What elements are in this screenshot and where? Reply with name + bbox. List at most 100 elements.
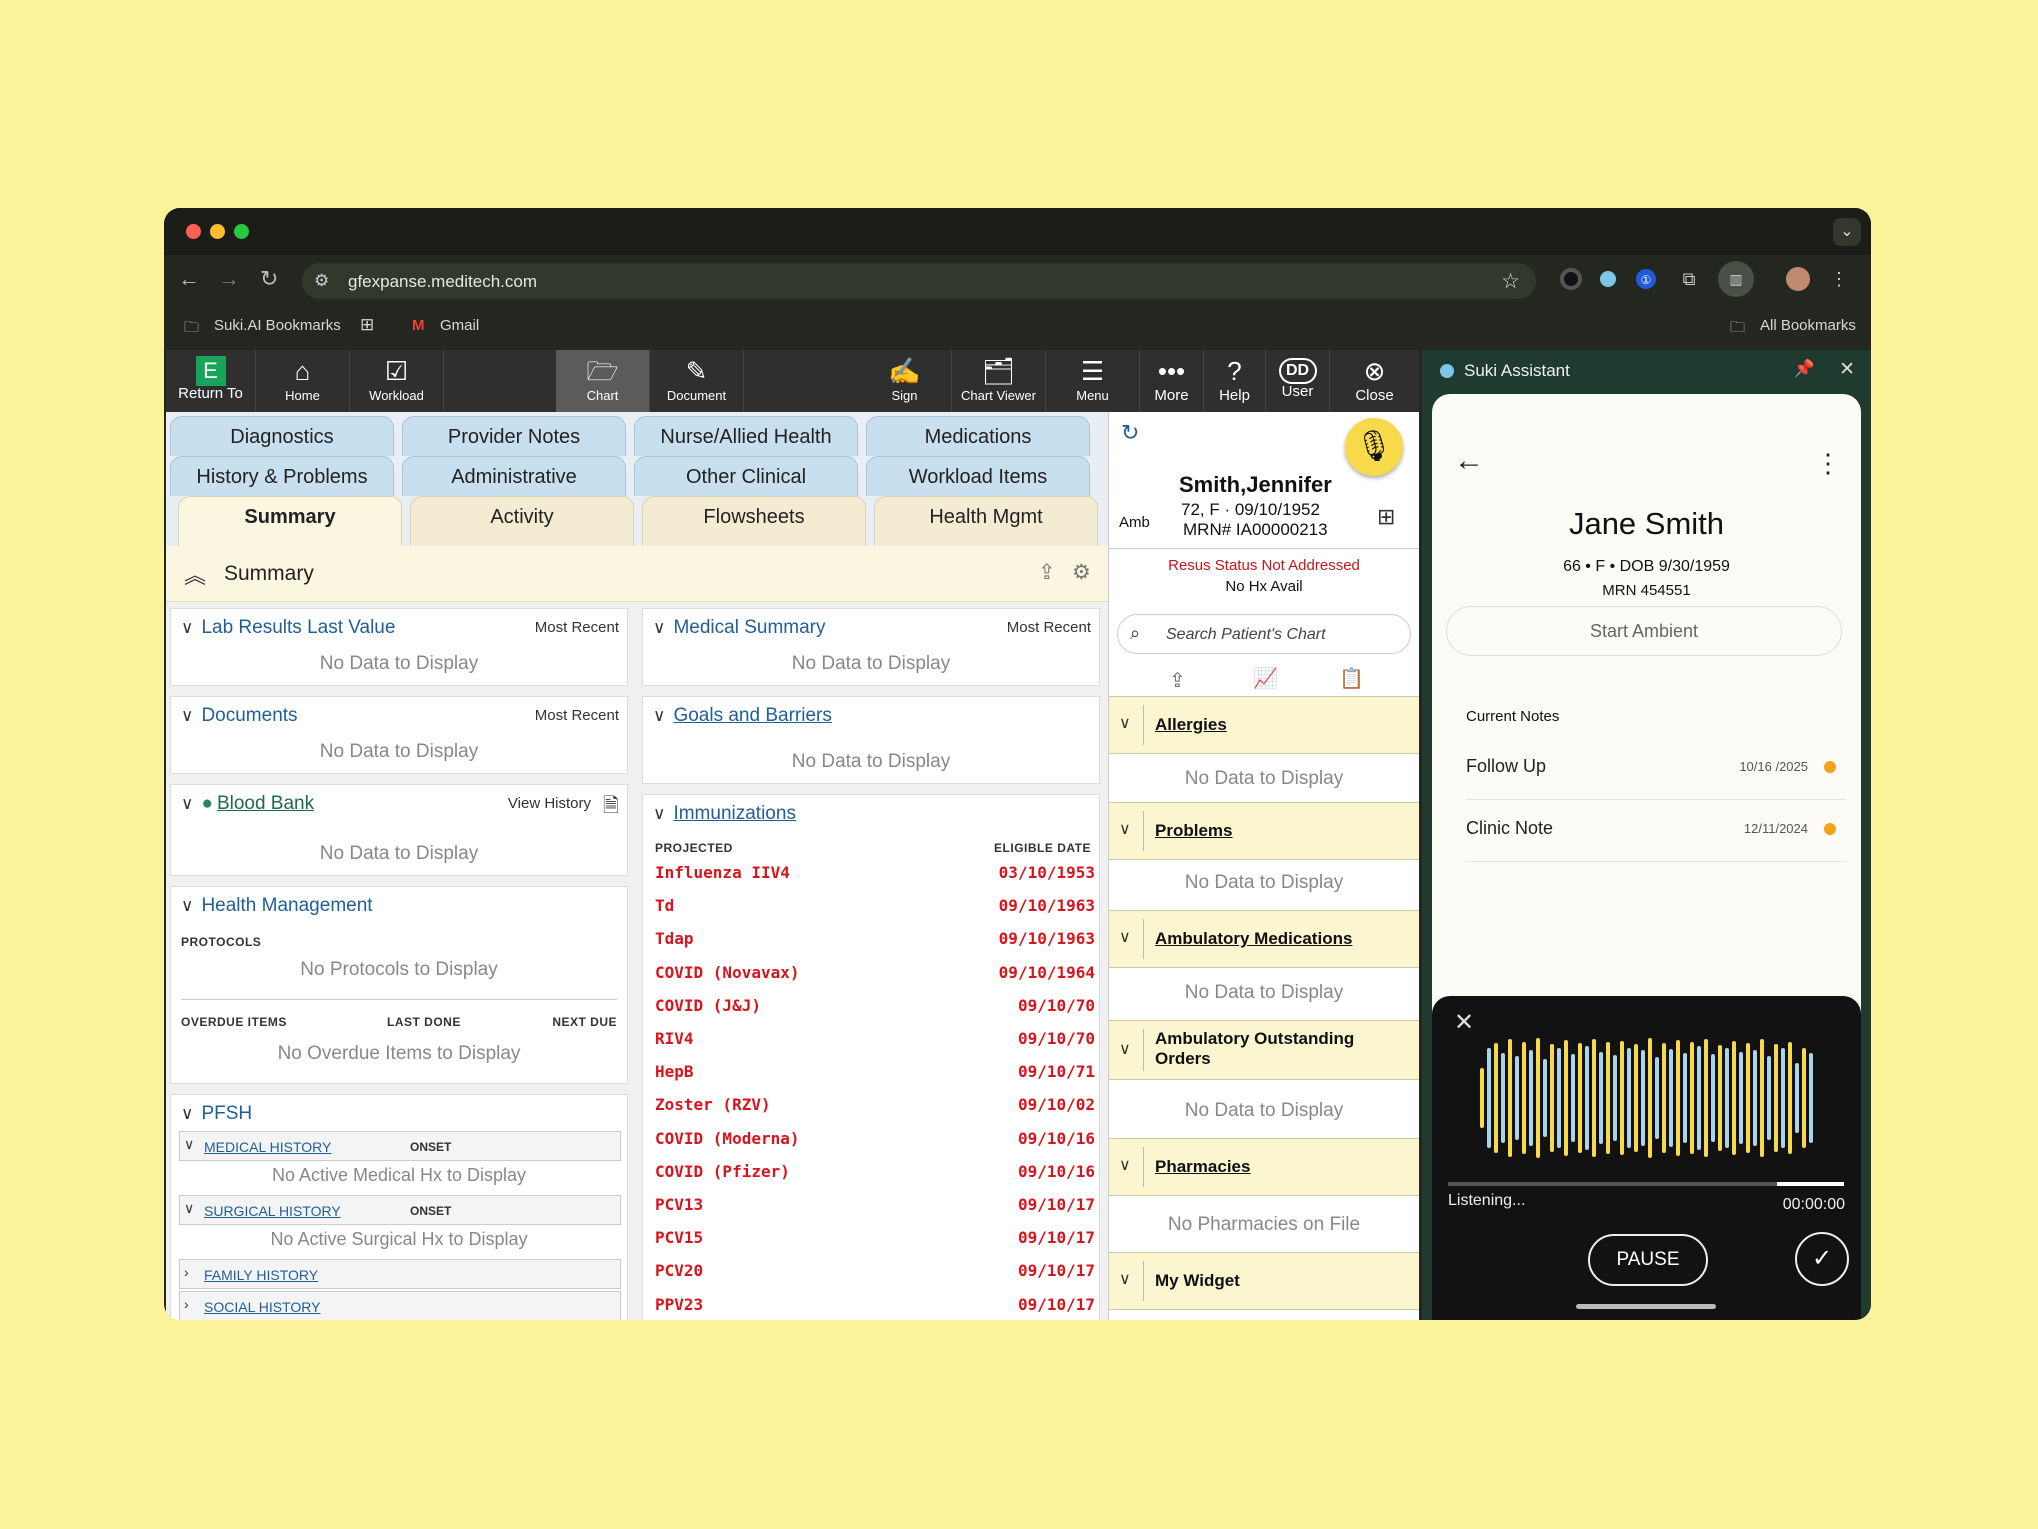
note-item[interactable]: Clinic Note 12/11/2024 <box>1466 802 1846 862</box>
view-history-link[interactable]: View History <box>508 795 591 812</box>
outstanding-orders-section[interactable]: ∨ Ambulatory Outstanding Orders <box>1109 1020 1419 1080</box>
user-button[interactable]: DD User <box>1266 350 1330 412</box>
chart-search-input[interactable]: ⌕ Search Patient's Chart <box>1117 614 1411 654</box>
tab-provider-notes[interactable]: Provider Notes <box>402 416 626 456</box>
tab-activity[interactable]: Activity <box>410 496 634 546</box>
password-extension-icon[interactable]: ① <box>1636 269 1656 289</box>
ambulatory-medications-label[interactable]: Ambulatory Medications <box>1155 929 1352 949</box>
collapse-up-icon[interactable]: ︽ <box>184 558 206 590</box>
allergies-label[interactable]: Allergies <box>1155 715 1227 735</box>
export-icon[interactable]: ⇪ <box>1038 560 1056 585</box>
medical-history-link[interactable]: MEDICAL HISTORY <box>204 1139 331 1155</box>
tab-diagnostics[interactable]: Diagnostics <box>170 416 394 456</box>
tab-administrative[interactable]: Administrative <box>402 456 626 496</box>
immunization-row[interactable]: COVID (Novavax) 09/10/1964 <box>655 963 1095 987</box>
surgical-history-link[interactable]: SURGICAL HISTORY <box>204 1203 341 1219</box>
more-vertical-icon[interactable]: ⋮ <box>1815 448 1841 479</box>
immunization-row[interactable]: COVID (Pfizer) 09/10/16 <box>655 1162 1095 1186</box>
chart-viewer-button[interactable]: 🗂 Chart Viewer <box>952 350 1046 412</box>
back-icon[interactable]: ← <box>178 267 200 291</box>
url-text[interactable]: gfexpanse.meditech.com <box>348 272 537 292</box>
tab-workload-items[interactable]: Workload Items <box>866 456 1090 496</box>
pharmacies-label[interactable]: Pharmacies <box>1155 1157 1250 1177</box>
return-to-button[interactable]: E Return To <box>166 350 256 412</box>
health-management-title[interactable]: ∨ Health Management <box>181 895 373 917</box>
immunization-row[interactable]: Tdap 09/10/1963 <box>655 929 1095 953</box>
document-icon[interactable]: 🗎 <box>603 791 619 825</box>
tab-search-icon[interactable]: ⌄ <box>1833 218 1861 246</box>
check-icon[interactable]: ✓ <box>1795 1232 1849 1286</box>
social-history-link[interactable]: SOCIAL HISTORY <box>204 1299 320 1315</box>
immunization-row[interactable]: PCV13 09/10/17 <box>655 1195 1095 1219</box>
immunization-row[interactable]: HepB 09/10/71 <box>655 1062 1095 1086</box>
tab-flowsheets[interactable]: Flowsheets <box>642 496 866 546</box>
document-button[interactable]: ✎ Document <box>650 350 744 412</box>
lab-results-title[interactable]: ∨ Lab Results Last Value <box>181 617 395 639</box>
immunizations-title[interactable]: ∨ Immunizations <box>653 803 796 825</box>
omnibox[interactable]: ⚙ gfexpanse.meditech.com ☆ <box>302 263 1536 299</box>
blood-bank-title[interactable]: ∨ ● Blood Bank <box>181 793 314 815</box>
tab-nurse-allied-health[interactable]: Nurse/Allied Health <box>634 416 858 456</box>
side-panel-icon[interactable]: ▥ <box>1718 261 1754 297</box>
social-history-header[interactable]: › SOCIAL HISTORY <box>179 1291 621 1320</box>
extension-record-icon[interactable] <box>1560 268 1582 290</box>
immunization-row[interactable]: Td 09/10/1963 <box>655 896 1095 920</box>
tab-medications[interactable]: Medications <box>866 416 1090 456</box>
help-button[interactable]: ? Help <box>1204 350 1266 412</box>
close-window-button[interactable] <box>186 224 201 239</box>
browser-menu-icon[interactable]: ⋮ <box>1828 268 1850 290</box>
pfsh-title[interactable]: ∨ PFSH <box>181 1103 252 1125</box>
immunization-row[interactable]: Influenza IIV4 03/10/1953 <box>655 863 1095 887</box>
ambulatory-medications-section[interactable]: ∨ Ambulatory Medications <box>1109 910 1419 968</box>
immunization-row[interactable]: PCV20 09/10/17 <box>655 1261 1095 1285</box>
site-settings-icon[interactable]: ⚙ <box>314 271 329 291</box>
suki-extension-icon[interactable] <box>1600 271 1616 287</box>
immunization-row[interactable]: COVID (J&J) 09/10/70 <box>655 996 1095 1020</box>
maximize-window-button[interactable] <box>234 224 249 239</box>
allergies-section[interactable]: ∨ Allergies <box>1109 696 1419 754</box>
chart-button[interactable]: 🗁 Chart <box>556 350 650 412</box>
immunization-row[interactable]: PPV23 09/10/17 <box>655 1295 1095 1319</box>
gear-icon[interactable]: ⚙ <box>1072 560 1091 585</box>
note-item[interactable]: Follow Up 10/16 /2025 <box>1466 740 1846 800</box>
more-button[interactable]: ••• More <box>1140 350 1204 412</box>
pause-button[interactable]: PAUSE <box>1588 1234 1708 1286</box>
refresh-icon[interactable]: ↻ <box>1121 420 1139 446</box>
outstanding-orders-label[interactable]: Ambulatory Outstanding Orders <box>1155 1029 1405 1069</box>
tab-other-clinical[interactable]: Other Clinical <box>634 456 858 496</box>
tab-summary[interactable]: Summary <box>178 496 402 546</box>
my-widget-section[interactable]: ∨ My Widget <box>1109 1252 1419 1310</box>
my-widget-label[interactable]: My Widget <box>1155 1271 1240 1291</box>
goals-barriers-title[interactable]: ∨ Goals and Barriers <box>653 705 832 727</box>
problems-section[interactable]: ∨ Problems <box>1109 802 1419 860</box>
immunization-row[interactable]: COVID (Moderna) 09/10/16 <box>655 1129 1095 1153</box>
close-icon[interactable]: ✕ <box>1839 358 1855 381</box>
menu-button[interactable]: ☰ Menu <box>1046 350 1140 412</box>
back-arrow-icon[interactable]: ← <box>1454 444 1484 478</box>
immunization-row[interactable]: Zoster (RZV) 09/10/02 <box>655 1095 1095 1119</box>
sign-button[interactable]: ✍ Sign <box>858 350 952 412</box>
medical-history-header[interactable]: ∨ MEDICAL HISTORY ONSET <box>179 1131 621 1161</box>
documents-title[interactable]: ∨ Documents <box>181 705 298 727</box>
bookmark-gmail[interactable]: Gmail <box>440 317 479 334</box>
extensions-puzzle-icon[interactable]: ⧉ <box>1678 268 1700 290</box>
microphone-button[interactable]: 🎙 <box>1345 418 1403 476</box>
bookmark-suki[interactable]: Suki.AI Bookmarks <box>214 317 341 334</box>
home-button[interactable]: ⌂ Home <box>256 350 350 412</box>
minimize-window-button[interactable] <box>210 224 225 239</box>
add-to-list-icon[interactable]: ⊞ <box>1377 504 1395 530</box>
forward-icon[interactable]: → <box>218 267 240 291</box>
immunization-row[interactable]: RIV4 09/10/70 <box>655 1029 1095 1053</box>
export-icon[interactable]: ⇪ <box>1169 668 1186 693</box>
clipboard-icon[interactable]: 📋 <box>1339 666 1364 691</box>
tab-health-mgmt[interactable]: Health Mgmt <box>874 496 1098 546</box>
family-history-link[interactable]: FAMILY HISTORY <box>204 1267 318 1283</box>
close-button[interactable]: ⊗ Close <box>1330 350 1419 412</box>
start-ambient-button[interactable]: Start Ambient <box>1446 606 1842 656</box>
immunization-row[interactable]: PCV15 09/10/17 <box>655 1228 1095 1252</box>
all-bookmarks[interactable]: All Bookmarks <box>1760 317 1856 334</box>
bookmark-star-icon[interactable]: ☆ <box>1501 269 1520 294</box>
profile-avatar[interactable] <box>1786 267 1810 291</box>
medical-summary-title[interactable]: ∨ Medical Summary <box>653 617 826 639</box>
pin-icon[interactable]: 📌 <box>1794 359 1815 379</box>
